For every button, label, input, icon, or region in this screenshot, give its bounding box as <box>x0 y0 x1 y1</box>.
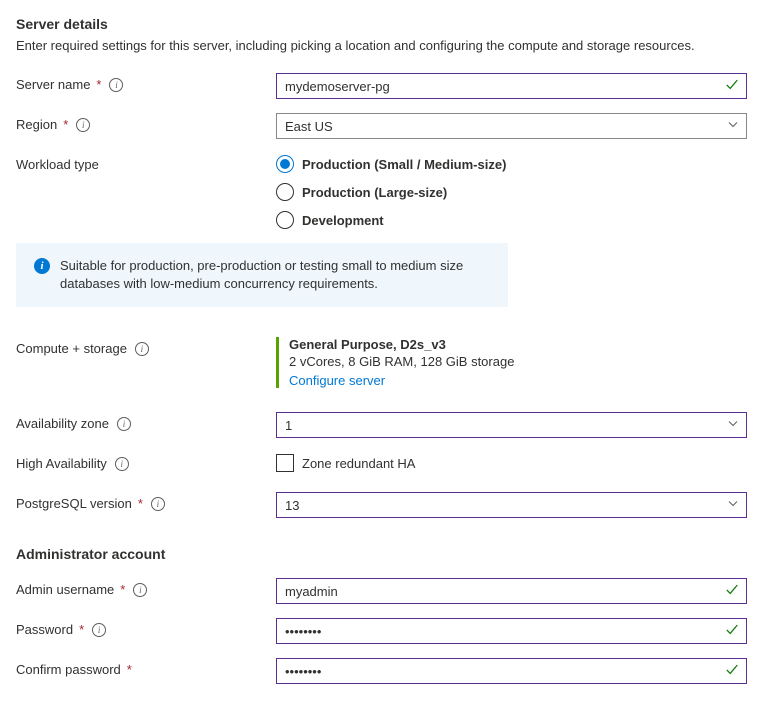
info-icon: i <box>34 258 50 274</box>
workload-type-label: Workload type <box>16 157 99 172</box>
radio-icon <box>276 211 294 229</box>
region-select[interactable] <box>276 113 747 139</box>
zone-redundant-ha-checkbox[interactable]: Zone redundant HA <box>276 452 747 472</box>
radio-icon <box>276 155 294 173</box>
compute-storage-summary: General Purpose, D2s_v3 2 vCores, 8 GiB … <box>276 337 747 388</box>
server-name-label: Server name <box>16 77 90 92</box>
info-icon[interactable]: i <box>109 78 123 92</box>
required-indicator: * <box>120 582 125 597</box>
required-indicator: * <box>96 77 101 92</box>
server-details-description: Enter required settings for this server,… <box>16 38 747 53</box>
postgresql-version-select[interactable] <box>276 492 747 518</box>
password-input[interactable] <box>276 618 747 644</box>
workload-info-box: i Suitable for production, pre-productio… <box>16 243 508 307</box>
info-icon[interactable]: i <box>76 118 90 132</box>
postgresql-version-label: PostgreSQL version <box>16 496 132 511</box>
workload-radio-small-medium[interactable]: Production (Small / Medium-size) <box>276 155 747 173</box>
workload-radio-large[interactable]: Production (Large-size) <box>276 183 747 201</box>
required-indicator: * <box>127 662 132 677</box>
info-icon[interactable]: i <box>151 497 165 511</box>
info-icon[interactable]: i <box>133 583 147 597</box>
compute-specs: 2 vCores, 8 GiB RAM, 128 GiB storage <box>289 354 747 369</box>
compute-tier: General Purpose, D2s_v3 <box>289 337 747 352</box>
info-icon[interactable]: i <box>117 417 131 431</box>
info-icon[interactable]: i <box>135 342 149 356</box>
radio-label: Production (Large-size) <box>302 185 447 200</box>
workload-type-radio-group: Production (Small / Medium-size) Product… <box>276 153 747 229</box>
confirm-password-label: Confirm password <box>16 662 121 677</box>
info-icon[interactable]: i <box>92 623 106 637</box>
checkbox-label: Zone redundant HA <box>302 456 415 471</box>
required-indicator: * <box>138 496 143 511</box>
radio-label: Production (Small / Medium-size) <box>302 157 506 172</box>
workload-radio-development[interactable]: Development <box>276 211 747 229</box>
password-label: Password <box>16 622 73 637</box>
confirm-password-input[interactable] <box>276 658 747 684</box>
availability-zone-select[interactable] <box>276 412 747 438</box>
required-indicator: * <box>79 622 84 637</box>
admin-username-label: Admin username <box>16 582 114 597</box>
server-name-input[interactable] <box>276 73 747 99</box>
checkbox-icon <box>276 454 294 472</box>
radio-label: Development <box>302 213 384 228</box>
info-icon[interactable]: i <box>115 457 129 471</box>
admin-username-input[interactable] <box>276 578 747 604</box>
availability-zone-label: Availability zone <box>16 416 109 431</box>
admin-account-heading: Administrator account <box>16 546 747 562</box>
server-details-heading: Server details <box>16 16 747 32</box>
radio-icon <box>276 183 294 201</box>
configure-server-link[interactable]: Configure server <box>289 373 385 388</box>
required-indicator: * <box>63 117 68 132</box>
info-box-text: Suitable for production, pre-production … <box>60 257 490 293</box>
compute-storage-label: Compute + storage <box>16 341 127 356</box>
high-availability-label: High Availability <box>16 456 107 471</box>
region-label: Region <box>16 117 57 132</box>
